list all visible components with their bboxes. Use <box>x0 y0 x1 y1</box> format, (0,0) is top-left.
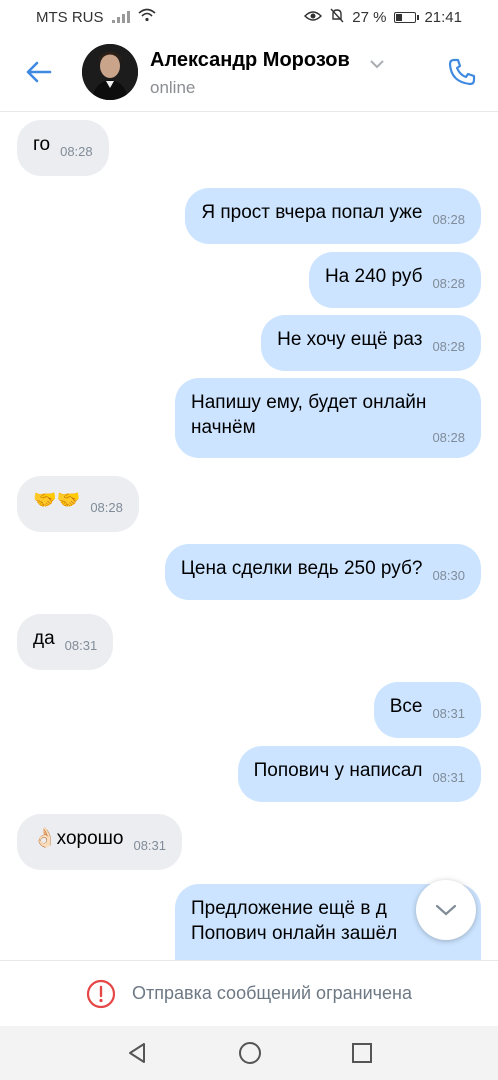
battery-icon <box>394 11 420 23</box>
message-incoming[interactable]: го 08:28 <box>17 120 109 176</box>
message-outgoing[interactable]: Напишу ему, будет онлайн начнём 08:28 <box>175 378 481 458</box>
call-button[interactable] <box>444 54 480 90</box>
chat-header: Александр Морозов online <box>0 34 498 112</box>
carrier-name: MTS RUS <box>36 8 104 26</box>
alert-circle-icon <box>86 979 116 1008</box>
nav-back-icon[interactable] <box>125 1041 149 1065</box>
message-text: Все <box>389 696 423 717</box>
message-outgoing[interactable]: Цена сделки ведь 250 руб? 08:30 <box>164 544 481 600</box>
signal-icon <box>111 11 130 23</box>
message-time: 08:31 <box>432 706 465 721</box>
nav-home-icon[interactable] <box>238 1041 262 1065</box>
nav-recents-icon[interactable] <box>351 1042 373 1064</box>
message-list[interactable]: го 08:28 Я прост вчера попал уже 08:28 На … <box>0 112 498 960</box>
message-time: 08:28 <box>432 430 465 445</box>
presence-status: online <box>150 78 196 97</box>
message-time: 08:31 <box>133 838 167 853</box>
message-outgoing[interactable]: Все 08:31 <box>373 682 481 738</box>
message-text: Я прост вчера попал уже <box>201 202 423 223</box>
message-text: Попович у написал <box>253 760 423 781</box>
eye-icon <box>304 9 323 26</box>
message-time: 08:28 <box>432 212 465 227</box>
message-text: Напишу ему, будет онлайн <box>191 392 427 413</box>
mute-bell-icon <box>330 8 344 27</box>
chevron-down-icon[interactable] <box>370 56 384 74</box>
restriction-text: Отправка сообщений ограничена <box>132 983 412 1003</box>
battery-percent: 27 % <box>352 8 387 26</box>
message-time: 08:31 <box>64 638 98 653</box>
arrow-left-icon <box>26 61 52 83</box>
message-incoming[interactable]: 👌🏻хорошо 08:31 <box>17 814 183 870</box>
message-text: да <box>33 628 55 649</box>
message-outgoing[interactable]: Попович у написал 08:31 <box>237 746 481 802</box>
system-nav-bar <box>0 1026 498 1080</box>
message-time: 08:28 <box>432 339 465 354</box>
message-outgoing[interactable]: Не хочу ещё раз 08:28 <box>261 315 481 371</box>
clock: 21:41 <box>424 8 462 26</box>
message-text: Цена сделки ведь 250 руб? <box>180 558 423 579</box>
message-time: 08:28 <box>90 500 123 515</box>
contact-name[interactable]: Александр Морозов <box>150 49 350 72</box>
message-text: 👌🏻хорошо <box>33 828 124 849</box>
message-outgoing[interactable]: На 240 руб 08:28 <box>308 252 481 308</box>
message-text: го <box>33 134 51 155</box>
message-text: 🤝🤝 <box>33 490 81 511</box>
scroll-down-button[interactable] <box>416 880 476 940</box>
message-outgoing[interactable]: Я прост вчера попал уже 08:28 <box>185 188 481 244</box>
message-incoming[interactable]: 🤝🤝 08:28 <box>17 476 139 532</box>
message-text: На 240 руб <box>324 266 423 287</box>
back-button[interactable] <box>20 54 56 90</box>
message-text: Не хочу ещё раз <box>277 329 423 350</box>
message-incoming[interactable]: да 08:31 <box>17 614 114 670</box>
chevron-down-icon <box>435 904 457 916</box>
avatar[interactable] <box>82 44 138 100</box>
phone-icon <box>448 58 476 86</box>
message-time: 08:28 <box>432 276 465 291</box>
message-time: 08:30 <box>432 568 465 583</box>
restriction-banner: Отправка сообщений ограничена <box>0 960 498 1026</box>
wifi-icon <box>137 8 156 26</box>
status-bar: MTS RUS 27 % 21:41 <box>0 0 498 34</box>
message-time: 08:28 <box>60 144 93 159</box>
message-time: 08:31 <box>432 770 465 785</box>
message-text: начнём <box>191 417 256 438</box>
